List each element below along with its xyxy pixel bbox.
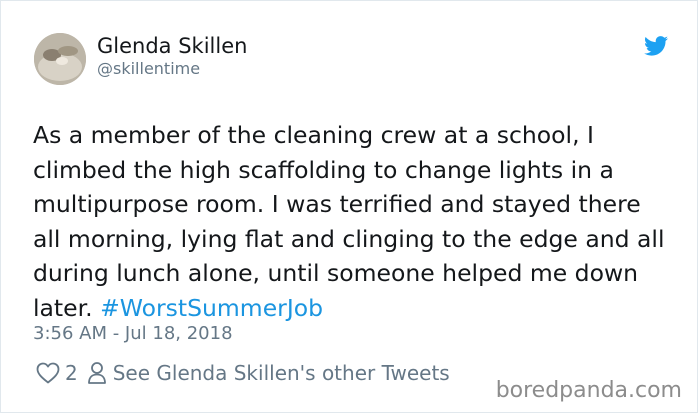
hashtag-link[interactable]: #WorstSummerJob (100, 294, 323, 322)
tweet-card: Glenda Skillen @skillentime As a member … (0, 0, 698, 413)
tweet-timestamp[interactable]: 3:56 AM - Jul 18, 2018 (33, 323, 233, 344)
author-avatar[interactable] (34, 33, 86, 85)
tweet-text: As a member of the cleaning crew at a sc… (33, 118, 673, 326)
author-handle[interactable]: @skillentime (97, 59, 200, 78)
like-count: 2 (65, 361, 78, 385)
heart-icon[interactable] (36, 362, 60, 384)
author-display-name[interactable]: Glenda Skillen (97, 34, 247, 58)
tweet-actions: 2 See Glenda Skillen's other Tweets (36, 359, 450, 387)
other-tweets-link[interactable]: See Glenda Skillen's other Tweets (113, 361, 450, 385)
person-icon (87, 361, 107, 385)
twitter-bird-icon[interactable] (644, 36, 668, 56)
watermark: boredpanda.com (495, 378, 682, 403)
tweet-body: As a member of the cleaning crew at a sc… (33, 121, 665, 322)
